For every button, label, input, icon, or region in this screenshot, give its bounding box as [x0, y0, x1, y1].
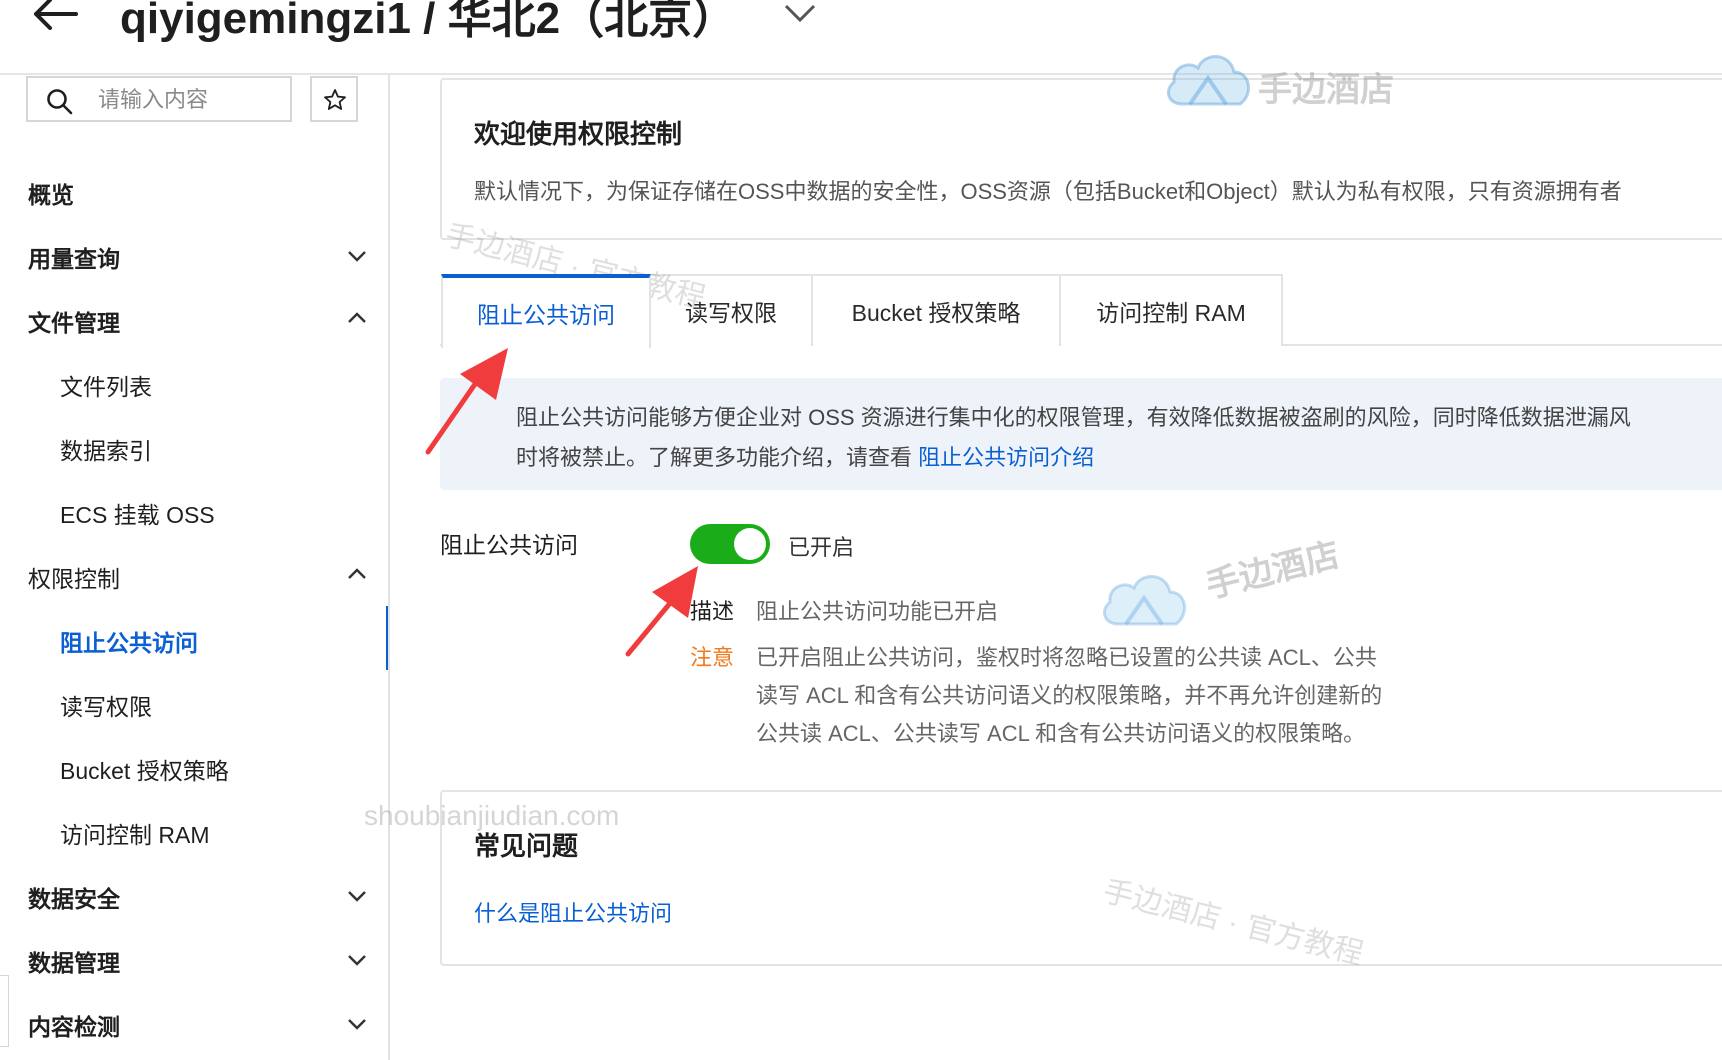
sidebar-item-data-index[interactable]: 数据索引: [60, 432, 152, 466]
chevron-down-icon[interactable]: [346, 248, 368, 264]
toggle-knob: [734, 528, 766, 560]
sidebar-item-ram[interactable]: 访问控制 RAM: [60, 816, 210, 850]
chevron-down-icon[interactable]: [346, 952, 368, 968]
intro-link[interactable]: 阻止公共访问介绍: [918, 445, 1094, 470]
sidebar-item-content-detection[interactable]: 内容检测: [28, 1008, 120, 1042]
sidebar-item-overview[interactable]: 概览: [28, 176, 74, 210]
star-icon: [324, 89, 346, 110]
watermark-logo-text: 手边酒店: [1202, 535, 1344, 606]
favorite-button[interactable]: [310, 76, 358, 122]
block-public-access-toggle[interactable]: [690, 524, 770, 564]
back-arrow-icon[interactable]: [30, 0, 80, 34]
info-alert: [440, 378, 1722, 490]
welcome-description: 默认情况下，为保证存储在OSS中数据的安全性，OSS资源（包括Bucket和Ob…: [474, 179, 1622, 204]
sidebar-item-file-management[interactable]: 文件管理: [28, 304, 120, 338]
sidebar-item-block-public-access[interactable]: 阻止公共访问: [60, 624, 198, 658]
sidebar-item-read-write-permission[interactable]: 读写权限: [60, 688, 152, 722]
faq-link[interactable]: 什么是阻止公共访问: [474, 896, 672, 928]
tab-bucket-policy[interactable]: Bucket 授权策略: [811, 274, 1061, 346]
sidebar-item-data-security[interactable]: 数据安全: [28, 880, 120, 914]
sidebar-collapse-handle[interactable]: [0, 975, 9, 1047]
search-icon: [47, 89, 73, 115]
toggle-status: 已开启: [788, 535, 855, 560]
search-input[interactable]: [96, 84, 286, 116]
sidebar-search[interactable]: [26, 76, 292, 122]
note-key: 注意: [690, 645, 735, 670]
watermark-cloud-icon: [1102, 575, 1186, 626]
sidebar-item-bucket-policy[interactable]: Bucket 授权策略: [60, 752, 229, 786]
note-line: 读写 ACL 和含有公共访问语义的权限策略，并不再允许创建新的: [756, 683, 1383, 708]
chevron-down-icon[interactable]: [782, 0, 818, 26]
sidebar-divider[interactable]: [388, 75, 390, 1060]
sidebar-item-file-list[interactable]: 文件列表: [60, 368, 152, 402]
tab-ram[interactable]: 访问控制 RAM: [1059, 274, 1283, 346]
welcome-card: [440, 78, 1722, 240]
info-text-line2: 时将被禁止。了解更多功能介绍，请查看 阻止公共访问介绍: [516, 440, 1094, 472]
tab-block-public-access[interactable]: 阻止公共访问: [441, 274, 651, 348]
chevron-up-icon[interactable]: [346, 566, 368, 582]
note-line: 公共读 ACL、公共读写 ACL 和含有公共访问语义的权限策略。: [756, 721, 1366, 746]
sidebar-item-data-management[interactable]: 数据管理: [28, 944, 120, 978]
chevron-down-icon[interactable]: [346, 888, 368, 904]
watermark-cloud-icon: [1166, 55, 1250, 106]
description-key: 描述: [690, 599, 735, 624]
page-title: qiyigemingzi1 / 华北2（北京）: [120, 0, 737, 43]
sidebar-item-access-control[interactable]: 权限控制: [28, 560, 120, 594]
watermark-url: shoubianjiudian.com: [364, 800, 620, 831]
sidebar-item-ecs-mount[interactable]: ECS 挂载 OSS: [60, 496, 215, 530]
sidebar-item-usage[interactable]: 用量查询: [28, 240, 120, 274]
info-text-line1: 阻止公共访问能够方便企业对 OSS 资源进行集中化的权限管理，有效降低数据被盗刷…: [516, 405, 1631, 430]
header-divider: [0, 73, 1722, 75]
info-text-prefix: 时将被禁止。了解更多功能介绍，请查看: [516, 445, 919, 470]
setting-label: 阻止公共访问: [440, 532, 578, 558]
watermark-logo-text: 手边酒店: [1258, 71, 1394, 109]
welcome-title: 欢迎使用权限控制: [474, 119, 683, 149]
chevron-down-icon[interactable]: [346, 1016, 368, 1032]
faq-card: [440, 790, 1722, 966]
description-value: 阻止公共访问功能已开启: [756, 599, 999, 624]
chevron-up-icon[interactable]: [346, 310, 368, 326]
note-line: 已开启阻止公共访问，鉴权时将忽略已设置的公共读 ACL、公共: [756, 645, 1377, 670]
